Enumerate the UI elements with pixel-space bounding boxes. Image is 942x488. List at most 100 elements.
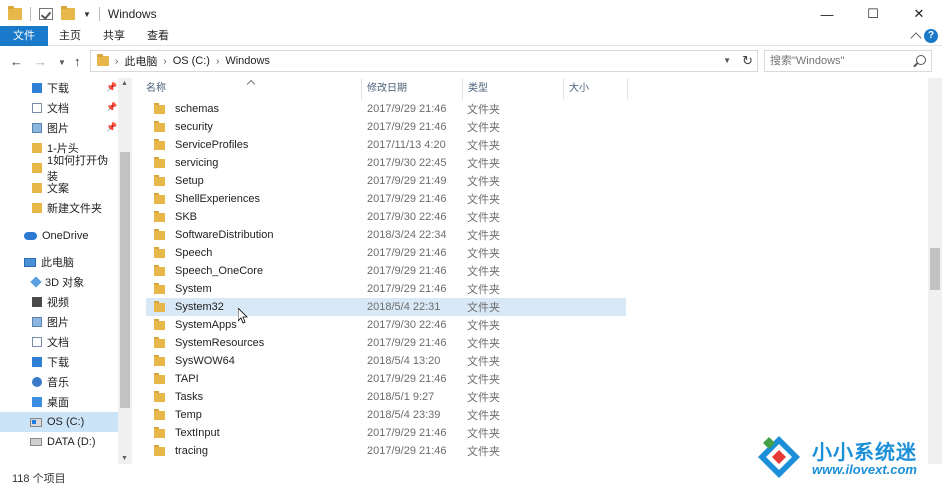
file-row[interactable]: System 2017/9/29 21:46 文件夹 [146,280,626,298]
file-type: 文件夹 [467,176,500,188]
pin-icon[interactable]: 📌 [106,82,117,93]
nav-item-os-drive[interactable]: OS (C:) [0,412,118,432]
nav-item-3d-objects[interactable]: 3D 对象 [0,272,118,292]
folder-icon [154,156,165,168]
nav-item-downloads-pinned[interactable]: 下载 [0,78,118,98]
tab-share[interactable]: 共享 [100,26,128,46]
address-bar-row: ← → ▼ ↑ › 此电脑 › OS (C:) › Windows ▼ ↻ [0,46,942,78]
nav-item-music[interactable]: 音乐 [0,372,118,392]
close-button[interactable]: ✕ [896,0,942,28]
file-row[interactable]: TAPI 2017/9/29 21:46 文件夹 [146,370,626,388]
refresh-icon[interactable]: ↻ [742,53,753,69]
nav-item-videos[interactable]: 视频 [0,292,118,312]
file-row[interactable]: Speech_OneCore 2017/9/29 21:46 文件夹 [146,262,626,280]
file-row[interactable]: schemas 2017/9/29 21:46 文件夹 [146,100,626,118]
tab-file[interactable]: 文件 [0,26,48,46]
breadcrumb-chevron-icon[interactable]: › [163,56,166,67]
breadcrumb-os-drive[interactable]: OS (C:) [173,55,210,67]
nav-item-folder-3[interactable]: 文案 [0,178,118,198]
file-type: 文件夹 [467,392,500,404]
tab-home[interactable]: 主页 [56,26,84,46]
maximize-button[interactable]: ☐ [850,0,896,28]
breadcrumb-windows[interactable]: Windows [225,55,270,67]
file-date: 2018/5/4 23:39 [367,409,441,421]
column-header-type[interactable]: 类型 [463,78,564,100]
search-input[interactable] [765,51,905,71]
up-arrow-icon[interactable]: ↑ [74,54,81,69]
file-row[interactable]: System32 2018/5/4 22:31 文件夹 [146,298,626,316]
search-box[interactable] [764,50,932,72]
help-button[interactable]: ? [924,29,938,43]
pictures-folder-icon [32,123,42,133]
expand-ribbon-chevron-icon[interactable] [910,32,922,44]
nav-item-desktop[interactable]: 桌面 [0,392,118,412]
file-row[interactable]: SystemResources 2017/9/29 21:46 文件夹 [146,334,626,352]
file-row[interactable]: Tasks 2018/5/1 9:27 文件夹 [146,388,626,406]
file-list-scroll-thumb[interactable] [930,248,940,290]
tab-view[interactable]: 查看 [144,26,172,46]
file-row[interactable]: tracing 2017/9/29 21:46 文件夹 [146,442,626,460]
file-row[interactable]: Temp 2018/5/4 23:39 文件夹 [146,406,626,424]
file-list-scrollbar[interactable] [928,78,942,464]
file-row[interactable]: ShellExperiences 2017/9/29 21:46 文件夹 [146,190,626,208]
customize-toolbar-chevron-icon[interactable]: ▼ [83,10,91,19]
desktop-icon [32,397,42,407]
folder-icon [154,264,165,276]
column-header-size[interactable]: 大小 [564,78,628,100]
nav-item-this-pc[interactable]: 此电脑 [0,252,118,272]
nav-item-downloads[interactable]: 下载 [0,352,118,372]
breadcrumb-chevron-icon[interactable]: › [115,56,118,67]
nav-item-folder-4[interactable]: 新建文件夹 [0,198,118,218]
file-row[interactable]: security 2017/9/29 21:46 文件夹 [146,118,626,136]
nav-item-onedrive[interactable]: OneDrive [0,226,118,246]
watermark-url: www.ilovext.com [812,462,917,477]
scroll-down-arrow-icon[interactable]: ▼ [121,455,128,462]
nav-item-documents[interactable]: 文档 [0,332,118,352]
file-date: 2017/11/13 4:20 [367,139,446,151]
nav-item-folder-2[interactable]: 1如何打开伪装 [0,155,118,183]
file-name: TextInput [175,427,220,439]
file-type: 文件夹 [467,446,500,458]
file-date: 2018/3/24 22:34 [367,229,447,241]
new-folder-icon[interactable] [61,6,75,20]
folder-icon [154,102,165,114]
file-row[interactable]: SKB 2017/9/30 22:46 文件夹 [146,208,626,226]
file-name: SoftwareDistribution [175,229,274,241]
file-date: 2017/9/29 21:46 [367,283,447,295]
pin-icon[interactable]: 📌 [106,122,117,133]
file-row[interactable]: TextInput 2017/9/29 21:46 文件夹 [146,424,626,442]
minimize-button[interactable]: — [804,0,850,28]
search-icon[interactable] [916,55,926,65]
file-row[interactable]: servicing 2017/9/30 22:45 文件夹 [146,154,626,172]
address-history-chevron-icon[interactable]: ▼ [723,56,731,65]
breadcrumb-this-pc[interactable]: 此电脑 [124,53,157,69]
forward-arrow-icon[interactable]: → [34,54,47,69]
nav-item-documents-pinned[interactable]: 文档 [0,98,118,118]
file-row[interactable]: SoftwareDistribution 2018/3/24 22:34 文件夹 [146,226,626,244]
address-bar[interactable]: › 此电脑 › OS (C:) › Windows ▼ ↻ [90,50,758,72]
scroll-up-arrow-icon[interactable]: ▲ [121,80,128,87]
nav-item-pictures-pinned[interactable]: 图片 [0,118,118,138]
file-name: SystemApps [175,319,237,331]
file-row[interactable]: SysWOW64 2018/5/4 13:20 文件夹 [146,352,626,370]
breadcrumb-chevron-icon[interactable]: › [216,56,219,67]
file-row[interactable]: Speech 2017/9/29 21:46 文件夹 [146,244,626,262]
nav-pane-scrollbar[interactable]: ▲ ▼ [118,78,132,464]
properties-icon[interactable] [39,8,53,20]
document-folder-icon [32,103,42,113]
file-date: 2018/5/4 22:31 [367,301,441,313]
nav-pane-scroll-thumb[interactable] [120,152,130,408]
file-row[interactable]: ServiceProfiles 2017/11/13 4:20 文件夹 [146,136,626,154]
folder-icon [154,390,165,402]
column-header-date[interactable]: 修改日期 [362,78,463,100]
column-header-name[interactable]: 名称 [136,78,362,100]
file-row[interactable]: Setup 2017/9/29 21:49 文件夹 [146,172,626,190]
nav-item-data-drive[interactable]: DATA (D:) [0,432,118,452]
back-arrow-icon[interactable]: ← [10,54,23,69]
file-name: SystemResources [175,337,265,349]
pin-icon[interactable]: 📌 [106,102,117,113]
recent-locations-chevron-icon[interactable]: ▼ [58,58,66,67]
file-row[interactable]: SystemApps 2017/9/30 22:46 文件夹 [146,316,626,334]
title-bar: ▼ Windows — ☐ ✕ [0,0,942,28]
nav-item-pictures[interactable]: 图片 [0,312,118,332]
